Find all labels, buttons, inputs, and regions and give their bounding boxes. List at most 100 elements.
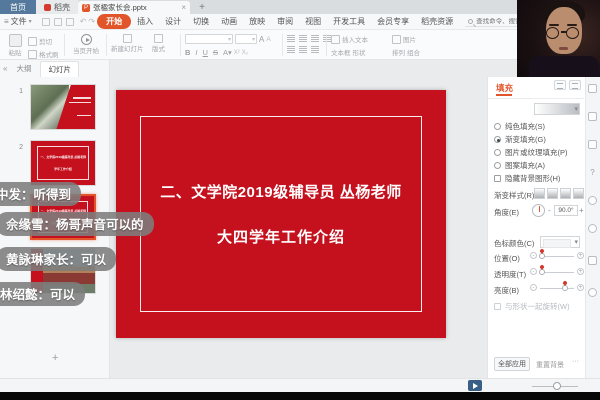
video-dock-icon[interactable] — [554, 80, 566, 90]
numbering-icon[interactable] — [299, 46, 307, 53]
font-color-icon[interactable]: A▾ — [223, 48, 232, 57]
tab-member[interactable]: 会员专享 — [371, 14, 415, 29]
new-slide-button[interactable]: 新建幻灯片 — [111, 34, 144, 53]
bullets-icon[interactable] — [287, 46, 295, 53]
align-left-icon[interactable] — [287, 35, 295, 42]
option-pattern-fill[interactable]: 图案填充(A) — [494, 160, 545, 171]
group-button[interactable]: 组合 — [407, 47, 420, 57]
position-plus[interactable]: + — [577, 252, 584, 259]
bold-button[interactable]: B — [185, 48, 190, 57]
tab-start[interactable]: 开始 — [97, 14, 131, 29]
position-minus[interactable]: - — [530, 252, 537, 259]
tab-outline[interactable]: 大纲 — [9, 61, 38, 76]
pages-icon[interactable] — [588, 140, 597, 149]
shape-button[interactable]: 形状 — [353, 47, 366, 57]
cut-button[interactable]: 剪切 — [28, 36, 59, 46]
option-gradient-fill[interactable]: 渐变填充(G) — [494, 134, 546, 145]
print-icon[interactable] — [54, 18, 62, 26]
angle-dial[interactable] — [532, 204, 545, 217]
slide-text-frame[interactable]: 二、文学院2019级辅导员 丛杨老师 大四学年工作介绍 — [140, 116, 422, 312]
tab-review[interactable]: 审阅 — [271, 14, 299, 29]
slider-handle[interactable] — [562, 285, 568, 291]
tab-transition[interactable]: 切换 — [187, 14, 215, 29]
reset-background-button[interactable]: 重置背景 — [536, 360, 564, 370]
paste-button[interactable]: 粘贴 — [5, 34, 25, 57]
current-slide[interactable]: 二、文学院2019级辅导员 丛杨老师 大四学年工作介绍 — [116, 90, 446, 338]
shrink-font-icon[interactable]: A — [266, 36, 270, 43]
lightbulb-icon[interactable] — [588, 224, 597, 233]
grow-font-icon[interactable]: A — [259, 35, 264, 44]
tab-animation[interactable]: 动画 — [215, 14, 243, 29]
font-size-combo[interactable]: ▾ — [235, 34, 257, 44]
position-slider[interactable] — [540, 256, 574, 257]
home-tab[interactable]: 首页 — [0, 0, 36, 14]
transparency-plus[interactable]: + — [577, 268, 584, 275]
gradient-style-3[interactable] — [560, 188, 571, 199]
shapes-icon[interactable] — [588, 288, 597, 297]
layout-button[interactable]: 版式 — [152, 34, 165, 53]
slider-handle[interactable] — [539, 269, 545, 275]
image-library-icon[interactable] — [588, 196, 597, 205]
slider-handle[interactable] — [539, 253, 545, 259]
arrange-button[interactable]: 排列 — [392, 47, 405, 57]
strikethrough-button[interactable]: S — [213, 48, 218, 57]
tab-design[interactable]: 设计 — [159, 14, 187, 29]
add-slide-button[interactable]: + — [52, 352, 58, 364]
docer-tab[interactable]: 稻壳 — [36, 0, 78, 14]
option-picture-fill[interactable]: 图片或纹理填充(P) — [494, 147, 568, 158]
format-painter-button[interactable]: 格式刷 — [28, 49, 59, 59]
angle-value[interactable]: 90.0° — [554, 205, 578, 216]
text-box-button[interactable]: 文本框 — [331, 47, 351, 57]
slideshow-play-button[interactable] — [468, 380, 482, 391]
superscript-icon[interactable]: X² — [234, 50, 240, 56]
sparkle-icon[interactable] — [588, 112, 597, 121]
subscript-icon[interactable]: X₂ — [242, 50, 248, 56]
tab-view[interactable]: 视图 — [299, 14, 327, 29]
gradient-style-1[interactable] — [534, 188, 545, 199]
underline-button[interactable]: U — [203, 48, 208, 57]
brightness-plus[interactable]: + — [577, 284, 584, 291]
slide-thumbnail-2[interactable]: 一、文学院2019级辅导员 丛杨老师 学年工作介绍 — [30, 140, 96, 186]
insert-text-button[interactable]: 插入文本 — [331, 34, 368, 44]
tab-docer-res[interactable]: 稻壳资源 — [415, 14, 459, 29]
zoom-slider-handle[interactable] — [553, 382, 561, 390]
gradient-style-2[interactable] — [547, 188, 558, 199]
line-spacing-icon[interactable] — [311, 46, 319, 53]
stop-color-dropdown[interactable] — [540, 236, 580, 248]
brightness-minus[interactable]: - — [530, 284, 537, 291]
help-circle-icon[interactable]: ? — [588, 168, 597, 177]
video-layout-icon[interactable] — [569, 80, 581, 90]
webcam-video-overlay[interactable] — [517, 0, 600, 77]
angle-plus[interactable]: + — [579, 206, 584, 215]
document-tab[interactable]: P 张楹家长会.pptx × — [78, 1, 190, 14]
gradient-preset-dropdown[interactable] — [534, 103, 580, 115]
close-tab-icon[interactable]: × — [181, 3, 186, 12]
angle-minus[interactable]: - — [548, 206, 551, 215]
properties-icon[interactable] — [588, 84, 597, 93]
slide-thumbnail-1[interactable] — [30, 84, 96, 130]
tab-slides[interactable]: 幻灯片 — [40, 61, 79, 77]
apply-all-button[interactable]: 全部应用 — [494, 357, 530, 371]
align-right-icon[interactable] — [311, 35, 319, 42]
option-hide-bg-graphics[interactable]: 隐藏背景图形(H) — [494, 173, 560, 184]
preview-icon[interactable] — [66, 18, 74, 26]
italic-button[interactable]: I — [195, 48, 197, 57]
tab-slideshow[interactable]: 放映 — [243, 14, 271, 29]
tab-devtools[interactable]: 开发工具 — [327, 14, 371, 29]
more-options-icon[interactable]: ··· — [572, 358, 579, 365]
gradient-style-4[interactable] — [573, 188, 584, 199]
pen-icon[interactable] — [588, 256, 597, 265]
collapse-panel-icon[interactable]: « — [3, 64, 7, 73]
undo-icon[interactable]: ↶ — [80, 17, 87, 26]
align-center-icon[interactable] — [299, 35, 307, 42]
file-menu[interactable]: ≡ 文件 ▾ — [0, 16, 36, 27]
option-solid-fill[interactable]: 纯色填充(S) — [494, 121, 545, 132]
play-from-current-button[interactable]: 当页开始 — [69, 34, 103, 55]
redo-icon[interactable]: ↷ — [88, 17, 95, 26]
save-icon[interactable] — [42, 18, 50, 26]
brightness-slider[interactable] — [540, 288, 574, 289]
justify-icon[interactable] — [323, 35, 331, 42]
tab-insert[interactable]: 插入 — [131, 14, 159, 29]
option-rotate-with-shape[interactable]: 与形状一起旋转(W) — [494, 301, 570, 312]
transparency-minus[interactable]: - — [530, 268, 537, 275]
